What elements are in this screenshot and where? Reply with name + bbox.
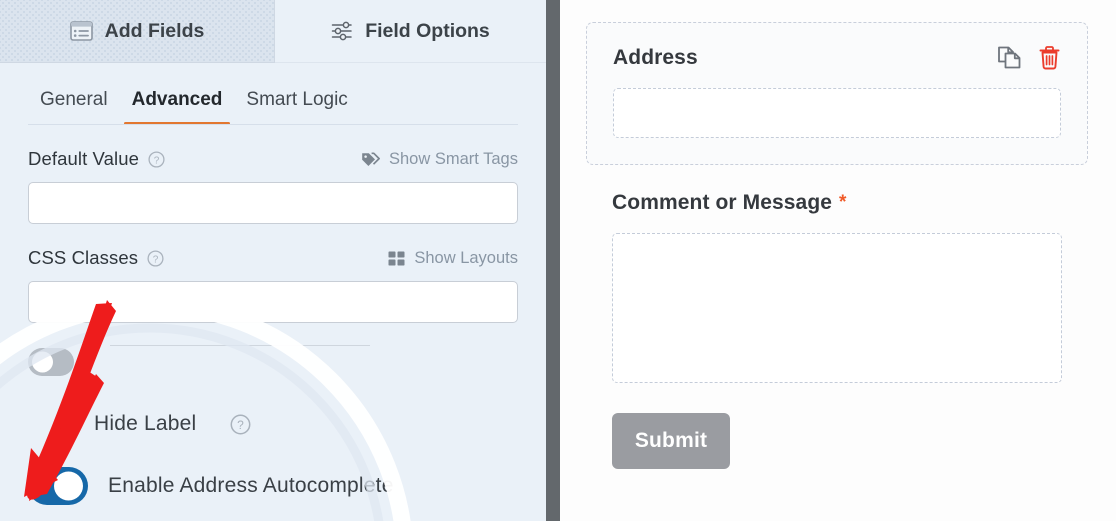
form-preview-panel: Address Comment or Message * Submit xyxy=(560,0,1116,521)
advanced-options-body: Default Value ? Show Smart Tags CSS Clas… xyxy=(0,147,546,505)
field-options-subtabs: General Advanced Smart Logic xyxy=(0,63,546,125)
form-list-icon xyxy=(69,21,93,41)
form-builder-screen: Add Fields Field Options General Advance… xyxy=(0,0,1116,521)
panel-divider xyxy=(546,0,560,521)
default-value-input[interactable] xyxy=(28,182,518,224)
toggle-knob xyxy=(32,351,53,373)
default-value-group: Default Value ? Show Smart Tags xyxy=(28,147,518,224)
show-layouts-button[interactable]: Show Layouts xyxy=(388,249,518,268)
toggle-knob xyxy=(54,471,83,501)
tab-add-fields[interactable]: Add Fields xyxy=(0,0,275,63)
css-classes-input[interactable] xyxy=(28,281,518,323)
sliders-icon xyxy=(331,21,353,41)
question-circle-icon[interactable]: ? xyxy=(148,150,165,168)
comment-title-row: Comment or Message * xyxy=(612,191,1062,215)
comment-textarea-preview[interactable] xyxy=(612,233,1062,383)
svg-text:?: ? xyxy=(238,417,245,431)
show-smart-tags-label: Show Smart Tags xyxy=(388,149,518,168)
enable-address-autocomplete-row: Enable Address Autocomplete xyxy=(28,467,518,505)
enable-address-autocomplete-label: Enable Address Autocomplete xyxy=(108,474,394,497)
tab-add-fields-label: Add Fields xyxy=(104,19,205,42)
show-smart-tags-button[interactable]: Show Smart Tags xyxy=(361,150,518,169)
hide-label-toggle-row xyxy=(28,345,518,379)
svg-text:?: ? xyxy=(154,155,160,166)
subtabs-divider xyxy=(28,124,518,125)
hide-label-label-row: Hide Label ? xyxy=(28,409,518,439)
trash-icon[interactable] xyxy=(1038,45,1061,70)
address-title-row: Address xyxy=(613,45,1061,70)
css-classes-label: CSS Classes xyxy=(28,247,139,268)
tab-field-options[interactable]: Field Options xyxy=(275,0,546,63)
svg-text:?: ? xyxy=(153,254,159,265)
question-circle-icon[interactable]: ? xyxy=(147,249,164,267)
tags-icon xyxy=(361,151,380,167)
required-marker: * xyxy=(839,192,847,213)
subtab-smart-logic[interactable]: Smart Logic xyxy=(234,89,359,125)
hide-label-label: Hide Label xyxy=(94,412,197,435)
default-value-header: Default Value ? Show Smart Tags xyxy=(28,147,518,171)
submit-button[interactable]: Submit xyxy=(612,413,730,469)
hide-label-rule xyxy=(110,345,370,346)
address-input-preview[interactable] xyxy=(613,88,1061,138)
subtab-general[interactable]: General xyxy=(28,89,120,125)
subtab-advanced[interactable]: Advanced xyxy=(120,89,235,125)
show-layouts-label: Show Layouts xyxy=(414,248,518,267)
hide-label-toggle[interactable] xyxy=(28,348,74,376)
css-classes-header: CSS Classes ? Show Layouts xyxy=(28,246,518,270)
question-circle-icon[interactable]: ? xyxy=(230,414,251,435)
field-options-panel: Add Fields Field Options General Advance… xyxy=(0,0,546,521)
preview-field-comment-or-message[interactable]: Comment or Message * xyxy=(586,191,1088,383)
preview-field-address[interactable]: Address xyxy=(586,22,1088,165)
address-field-actions xyxy=(997,45,1061,70)
enable-address-autocomplete-toggle[interactable] xyxy=(28,467,88,505)
address-field-title: Address xyxy=(613,45,698,69)
default-value-label: Default Value xyxy=(28,148,139,169)
tab-field-options-label: Field Options xyxy=(365,19,490,42)
duplicate-icon[interactable] xyxy=(997,45,1022,70)
comment-field-title: Comment or Message xyxy=(612,191,833,214)
panel-tabbar: Add Fields Field Options xyxy=(0,0,546,63)
grid-layout-icon xyxy=(388,251,405,266)
css-classes-group: CSS Classes ? Show Layouts xyxy=(28,246,518,323)
